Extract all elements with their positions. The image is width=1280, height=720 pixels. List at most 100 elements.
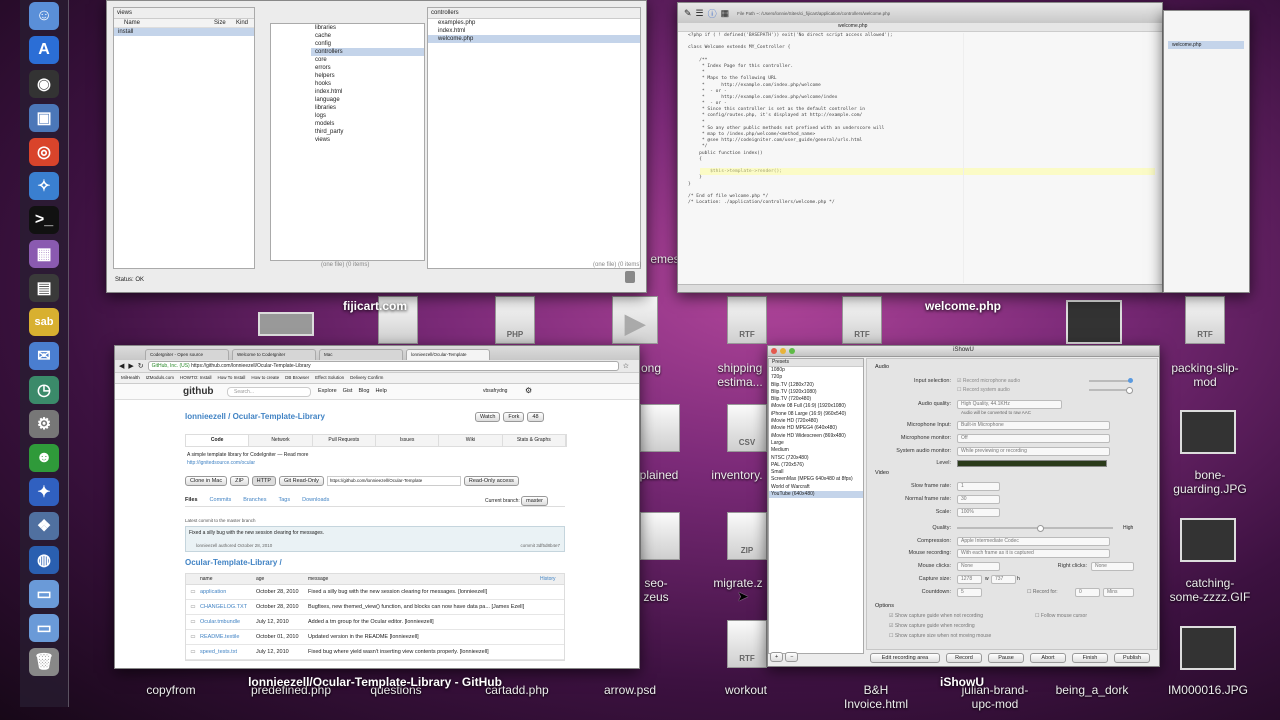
commit-id[interactable]: commit 3df5d8b4e7 [520,543,560,548]
bookmark-item[interactable]: MilHealth [121,373,140,383]
image-icon[interactable]: ▦ [721,8,730,19]
audio-quality-select[interactable]: High Quality, 44.1KHz [957,400,1062,409]
normal-rate-select[interactable]: 30 [957,495,1000,504]
bookmark-item[interactable]: Effect Solution [315,373,344,383]
finder-mid-pane[interactable]: libraries cache config controllers core error… [270,23,425,261]
watch-button[interactable]: Watch [475,412,501,422]
edit-recording-area-button[interactable]: Edit recording area [870,653,940,663]
capture-height-input[interactable]: 737 [991,575,1016,584]
fork-button[interactable]: Fork [503,412,525,422]
compression-select[interactable]: Apple Intermediate Codec [957,537,1110,546]
option-checkbox[interactable]: ☐ Show capture size when not moving mous… [889,633,991,639]
presets-list[interactable]: Presets 1080p 720p Blip.TV (1280x720) Blip.… [768,358,864,654]
chat-icon[interactable]: ✉ [29,342,59,370]
folder-icon[interactable]: ▭ [29,614,59,642]
repo-tab[interactable]: Code [186,435,250,446]
image-thumbnail[interactable] [1180,626,1236,670]
search-input[interactable]: Search... [227,387,311,397]
zip-file-icon[interactable]: ZIP [727,512,767,560]
list-item[interactable]: config [311,40,424,48]
dashboard-icon[interactable]: ◉ [29,70,59,98]
branch-button[interactable]: master [521,496,548,506]
file-tab[interactable]: Branches [243,494,266,506]
bookmark-item[interactable]: HOWTO: Install [180,373,211,383]
rtf-file-icon[interactable]: RTF [727,620,767,668]
path-popup[interactable]: controllers [428,8,640,19]
trash-icon[interactable] [625,271,635,283]
github-nav-blog[interactable]: Blog [358,388,369,394]
repo-tab[interactable]: Wiki [439,435,503,446]
film-icon[interactable]: ▤ [29,274,59,302]
column-header[interactable]: Kind [236,19,254,27]
desktop-label[interactable]: seo- zeus [638,576,674,605]
preset-item[interactable]: Large [769,440,863,447]
file-tab[interactable]: Commits [210,494,232,506]
users-icon[interactable]: ☻ [29,444,59,472]
github-nav-explore[interactable]: Explore [318,388,337,394]
preset-item[interactable]: Small [769,469,863,476]
publish-button[interactable]: Publish [1114,653,1150,663]
app-store-icon[interactable]: A [29,36,59,64]
slow-rate-select[interactable]: 1 [957,482,1000,491]
php-file-icon[interactable]: PHP [495,296,535,344]
option-checkbox[interactable]: ☑ Show capture guide when recording [889,623,975,629]
repo-breadcrumb[interactable]: Ocular-Template-Library / [185,558,282,567]
homepage-link[interactable]: http://ignitedsource.com/ocular [187,460,255,466]
trash-icon[interactable]: 🗑 [29,648,59,676]
table-row[interactable]: ▭ speed_tests.txt July 12, 2010 Fixed bug w… [186,645,564,660]
csv-file-icon[interactable]: CSV [727,404,767,452]
list-item[interactable]: views [311,136,424,144]
list-item[interactable]: cache [311,32,424,40]
preset-item[interactable]: Blip.TV (1920x1080) [769,389,863,396]
file-name[interactable]: speed_tests.txt [200,645,256,659]
safari-icon[interactable]: ✧ [29,172,59,200]
star-icon[interactable]: ☆ [623,362,629,370]
editor-tab[interactable]: welcome.php [838,23,867,29]
list-item[interactable]: welcome.php [428,35,640,43]
preset-item[interactable]: Blip.TV (1280x720) [769,382,863,389]
preset-item[interactable]: ScreenMax (MPEG 640x480 at 8fps) [769,476,863,483]
add-preset-button[interactable]: + [770,652,784,662]
bookmark-item[interactable]: Delivery Confirm [350,373,383,383]
preset-item[interactable]: Blip.TV (720x480) [769,396,863,403]
copy-button[interactable]: Read-Only access [463,476,519,486]
repo-tab[interactable]: Pull Requests [313,435,376,446]
nerd-icon[interactable]: ✦ [29,478,59,506]
pencil-icon[interactable]: ✎ [684,8,692,19]
browser-tab[interactable]: CodeIgniter - Open source [145,349,229,360]
image-thumbnail[interactable] [1180,410,1236,454]
preset-item[interactable]: iPhone 08 Large (16:9) (960x540) [769,411,863,418]
preset-item[interactable]: iMovie 08 Full (16:9) (1920x1080) [769,403,863,410]
browser-window[interactable]: CodeIgniter - Open source Welcome to Code… [114,345,640,669]
system-volume-slider[interactable] [1089,387,1133,394]
table-row[interactable]: ▭ README.textile October 01, 2010 Updated v… [186,630,564,645]
list-item[interactable]: hooks [311,80,424,88]
github-nav-gist[interactable]: Gist [343,388,353,394]
countdown-input[interactable]: 5 [957,588,982,597]
finish-button[interactable]: Finish [1072,653,1108,663]
branch-selector[interactable]: Current branch: master [485,496,548,506]
archive-icon[interactable]: ▦ [29,240,59,268]
list-item[interactable]: index.html [428,27,640,35]
remove-preset-button[interactable]: − [785,652,799,662]
globe-icon[interactable]: ◍ [29,546,59,574]
bookmark-item[interactable]: DB Browser [285,373,309,383]
rtf-file-icon[interactable]: RTF [727,296,767,344]
list-item[interactable]: index.html [311,88,424,96]
desktop-label[interactable]: inventory. [704,468,770,483]
forward-icon[interactable]: ▶ [128,362,133,370]
preset-item[interactable]: 720p [769,374,863,381]
settings-icon[interactable]: ⚙ [525,386,532,395]
list-item[interactable]: language [311,96,424,104]
desktop-label[interactable]: workout [718,683,774,698]
system-monitor-select[interactable]: While previewing or recording [957,447,1110,456]
file-tab[interactable]: Files [185,494,198,506]
record-for-input[interactable]: 0 [1075,588,1100,597]
back-icon[interactable]: ◀ [119,362,124,370]
bookmark-item[interactable]: IZModuls.com [146,373,174,383]
table-row[interactable]: ▭ Ocular.tmbundle July 12, 2010 Added a tm … [186,615,564,630]
path-popup[interactable]: views [114,8,254,19]
desktop-label[interactable]: ong [636,361,666,376]
desktop-label[interactable]: IM000016.JPG [1158,683,1258,698]
preset-item[interactable]: Medium [769,447,863,454]
